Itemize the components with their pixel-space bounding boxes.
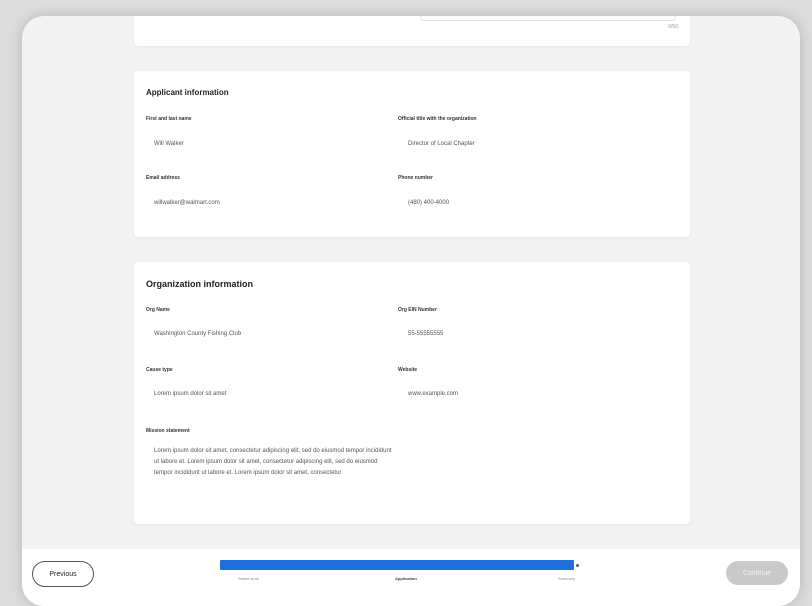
cause-type-field[interactable]: Lorem ipsum dolor sit amet: [154, 391, 226, 397]
org-ein-label: Org EIN Number: [398, 307, 437, 313]
organization-section-title: Organization information: [146, 279, 253, 289]
name-label: First and last name: [146, 116, 192, 122]
continue-button[interactable]: Continue: [726, 561, 788, 585]
progress-end-marker: [576, 564, 579, 567]
phone-label: Phone number: [398, 175, 434, 181]
previous-section-card: 0/50: [134, 16, 690, 46]
email-field[interactable]: willwalker@walmart.com: [154, 200, 220, 206]
step-label-summary: Summary: [558, 576, 576, 581]
org-ein-field[interactable]: 55-55555555: [408, 331, 443, 337]
org-name-field[interactable]: Washington County Fishing Club: [154, 331, 241, 337]
previous-button[interactable]: Previous: [32, 561, 94, 587]
mission-statement-field[interactable]: Lorem ipsum dolor sit amet, consectetur …: [154, 446, 394, 479]
org-name-label: Org Name: [146, 307, 170, 313]
organization-information-card: Organization information Org Name Washin…: [134, 262, 690, 524]
mission-statement-label: Mission statement: [146, 428, 190, 434]
website-label: Website: [398, 367, 418, 373]
name-field[interactable]: Will Walker: [154, 141, 184, 147]
official-title-label: Official title with the organization: [398, 116, 477, 122]
character-count: 0/50: [668, 24, 678, 30]
email-label: Email address: [146, 175, 180, 181]
previous-textarea[interactable]: [420, 16, 676, 21]
app-window: 0/50 Applicant information First and las…: [22, 16, 800, 606]
progress-bar: [220, 560, 574, 570]
official-title-field[interactable]: Director of Local Chapter: [408, 141, 475, 147]
website-field[interactable]: www.example.com: [408, 391, 458, 397]
cause-type-label: Cause type: [146, 367, 173, 373]
phone-field[interactable]: (480) 400-4000: [408, 200, 449, 206]
footer-bar: Previous Select store Application Summar…: [22, 549, 800, 606]
applicant-information-card: Applicant information First and last nam…: [134, 71, 690, 237]
step-label-select-store: Select store: [238, 576, 260, 581]
step-label-application: Application: [395, 576, 417, 581]
applicant-section-title: Applicant information: [146, 88, 229, 97]
